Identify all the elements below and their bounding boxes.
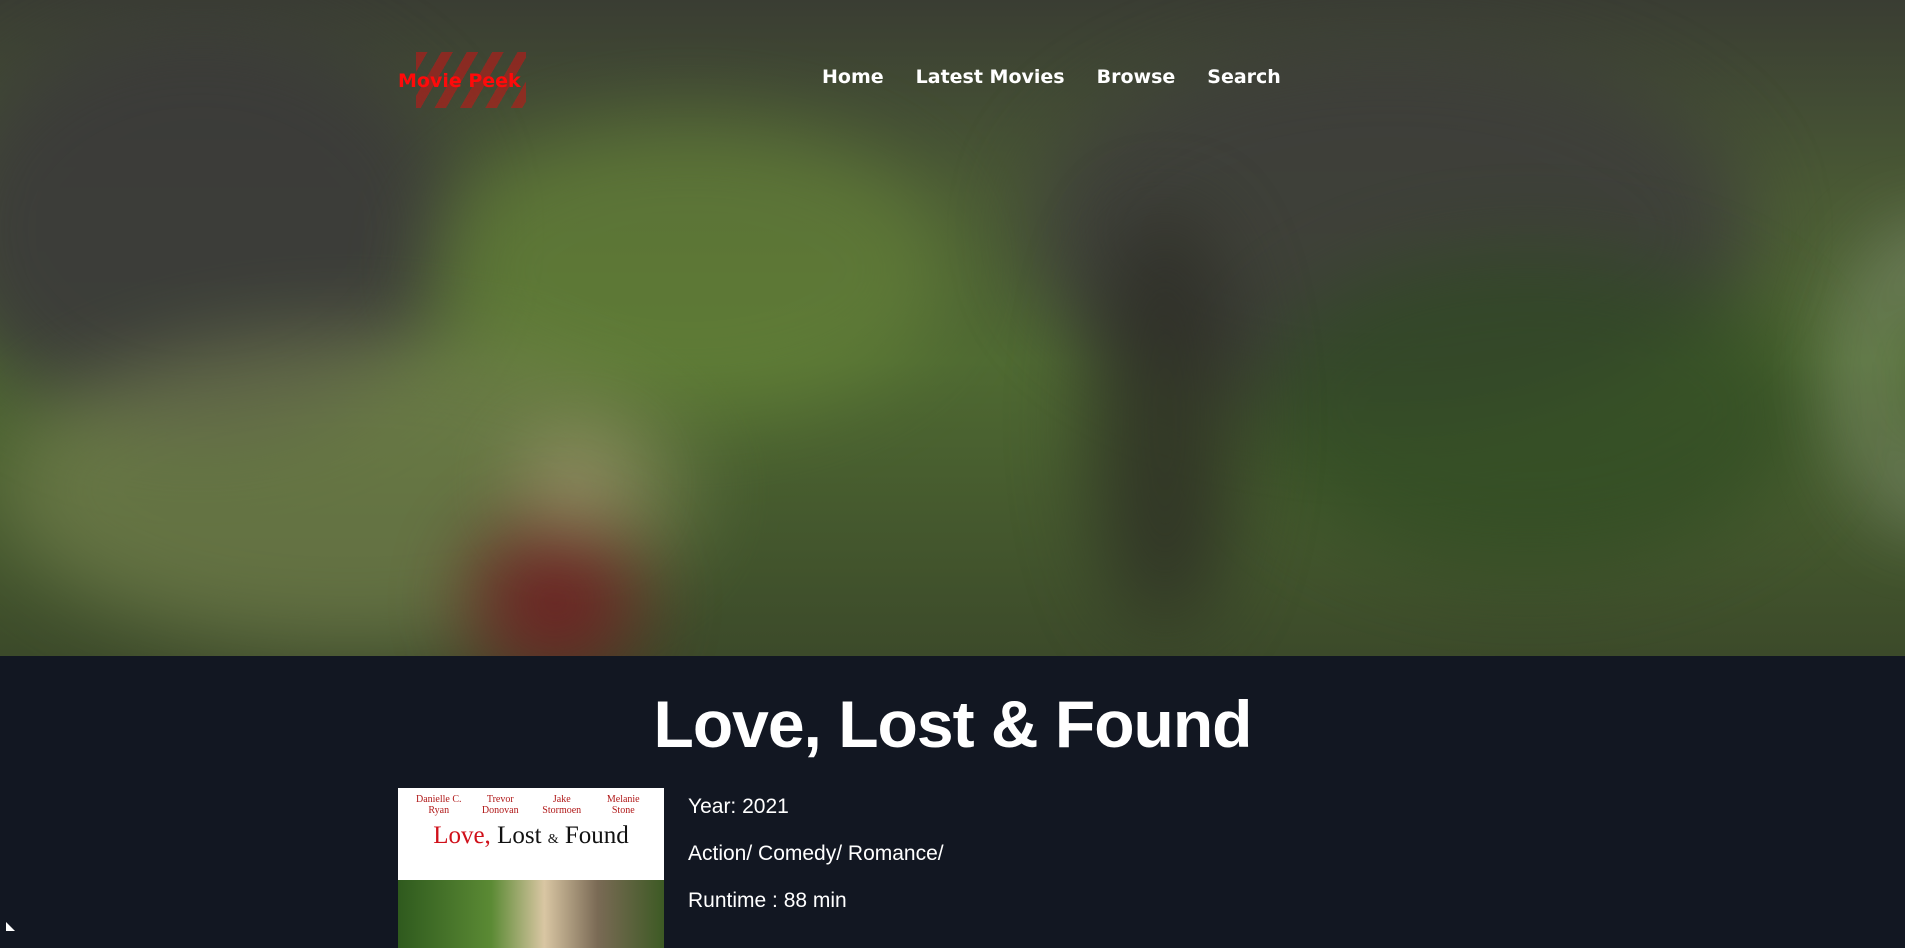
- logo[interactable]: Movie Peek: [398, 52, 528, 108]
- site-header: Movie Peek Home Latest Movies Browse Sea…: [398, 46, 1508, 114]
- poster-title: Love, Lost & Found: [433, 822, 629, 849]
- movie-title: Love, Lost & Found: [653, 687, 1253, 761]
- resize-corner-icon: [6, 922, 15, 931]
- main-nav: Home Latest Movies Browse Search: [822, 66, 1281, 88]
- poster-cast-member: Trevor Donovan: [481, 794, 519, 816]
- poster-cast: Danielle C. Ryan Trevor Donovan Jake Stormo…: [398, 788, 664, 816]
- nav-home[interactable]: Home: [822, 66, 884, 88]
- nav-browse[interactable]: Browse: [1097, 66, 1176, 88]
- poster-photo: [398, 880, 664, 948]
- poster-cast-member: Melanie Stone: [606, 794, 640, 816]
- movie-year: Year: 2021: [688, 795, 789, 818]
- movie-genres: Action/ Comedy/ Romance/: [688, 842, 944, 865]
- movie-info: Year: 2021 Action/ Comedy/ Romance/ Runt…: [688, 796, 944, 937]
- movie-poster: Danielle C. Ryan Trevor Donovan Jake Stormo…: [398, 788, 664, 948]
- nav-latest-movies[interactable]: Latest Movies: [916, 66, 1065, 88]
- poster-cast-member: Jake Stormoen: [542, 794, 582, 816]
- movie-runtime: Runtime : 88 min: [688, 889, 847, 912]
- poster-cast-member: Danielle C. Ryan: [415, 794, 462, 816]
- logo-text: Movie Peek: [398, 70, 521, 92]
- nav-search[interactable]: Search: [1207, 66, 1281, 88]
